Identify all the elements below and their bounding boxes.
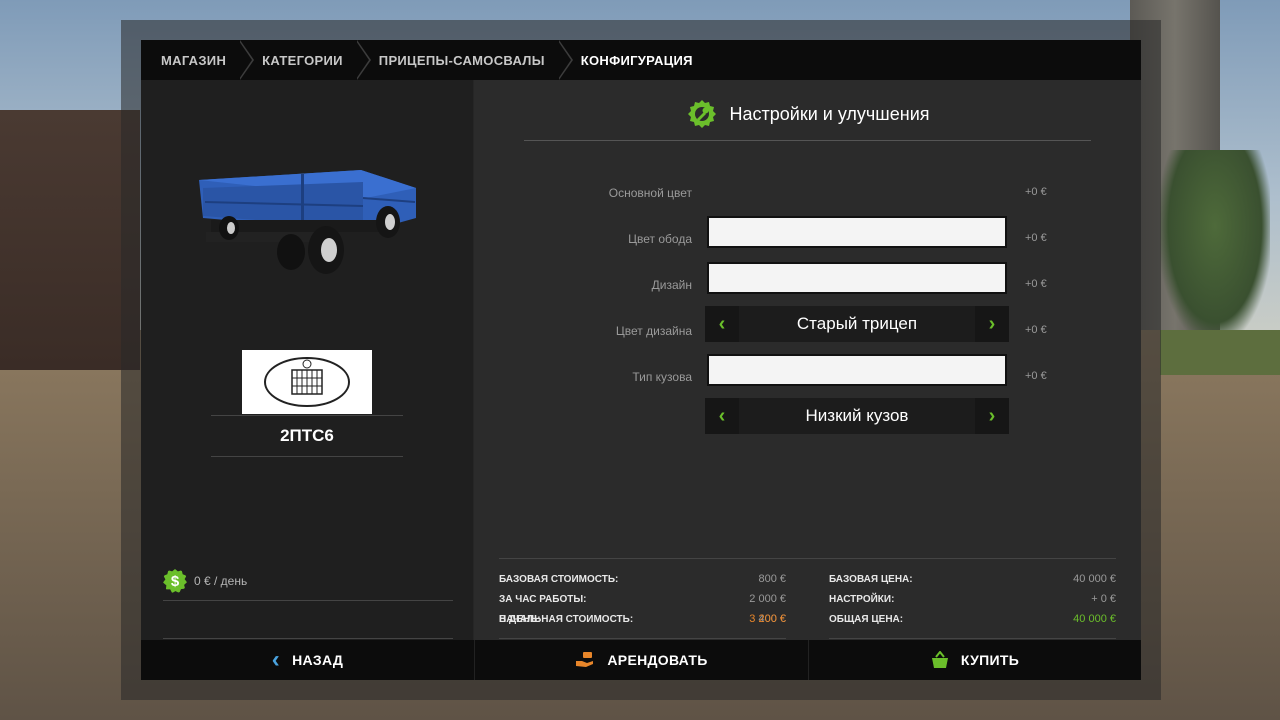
design-next-button[interactable]: › bbox=[975, 306, 1009, 342]
design-color-label: Цвет дизайна bbox=[615, 324, 692, 338]
breadcrumb: МАГАЗИН КАТЕГОРИИ ПРИЦЕПЫ-САМОСВАЛЫ КОНФ… bbox=[141, 40, 1141, 80]
daily-cost-value: 0 € / день bbox=[194, 574, 248, 588]
design-price: +0 € bbox=[1025, 278, 1047, 290]
base-color-price: +0 € bbox=[1025, 186, 1047, 198]
body-type-price: +0 € bbox=[1025, 370, 1047, 382]
settings-title: Настройки и улучшения bbox=[729, 103, 930, 124]
breadcrumb-separator bbox=[557, 40, 581, 80]
body-type-prev-button[interactable]: ‹ bbox=[705, 398, 739, 434]
background-grass bbox=[1160, 330, 1280, 375]
chevron-left-icon: ‹ bbox=[271, 646, 281, 673]
per-hour-value: 2 000 € bbox=[749, 593, 786, 605]
divider bbox=[499, 638, 786, 639]
basket-icon bbox=[931, 651, 948, 668]
buy-label: КУПИТЬ bbox=[960, 652, 1020, 668]
design-value: Старый трицеп bbox=[796, 314, 918, 333]
shop-config-window: МАГАЗИН КАТЕГОРИИ ПРИЦЕПЫ-САМОСВАЛЫ КОНФ… bbox=[141, 40, 1141, 680]
total-price-label: ОБЩАЯ ЦЕНА: bbox=[829, 614, 904, 625]
settings-header: Настройки и улучшения bbox=[474, 98, 1141, 130]
dollar-icon: $ bbox=[163, 569, 187, 593]
divider bbox=[499, 558, 1116, 559]
rim-color-price: +0 € bbox=[1025, 232, 1047, 244]
base-price-value: 40 000 € bbox=[1073, 573, 1116, 585]
body-type-selector: ‹ Низкий кузов › bbox=[705, 398, 1009, 434]
design-selector: ‹ Старый трицеп › bbox=[705, 306, 1009, 342]
brand-logo bbox=[242, 350, 372, 414]
per-hour-label: ЗА ЧАС РАБОТЫ: bbox=[499, 594, 587, 605]
lease-button[interactable]: АРЕНДОВАТЬ bbox=[474, 640, 808, 680]
trailer-image bbox=[199, 170, 416, 274]
total-price-value: 40 000 € bbox=[1073, 613, 1116, 625]
initial-cost-value: 3 200 € bbox=[749, 613, 786, 625]
lease-label: АРЕНДОВАТЬ bbox=[607, 652, 708, 668]
divider bbox=[211, 415, 403, 416]
breadcrumb-shop[interactable]: МАГАЗИН bbox=[161, 40, 226, 80]
daily-cost: $ 0 € / день bbox=[163, 569, 247, 593]
initial-cost-label: НАЧАЛЬНАЯ СТОИМОСТЬ: bbox=[499, 614, 634, 625]
design-color-field[interactable] bbox=[707, 354, 1007, 386]
back-label: НАЗАД bbox=[292, 652, 344, 668]
base-cost-label: БАЗОВАЯ СТОИМОСТЬ: bbox=[499, 574, 619, 585]
divider bbox=[829, 638, 1116, 639]
divider bbox=[163, 638, 453, 639]
body-type-value: Низкий кузов bbox=[805, 406, 909, 425]
lease-hand-icon bbox=[576, 652, 594, 667]
footer-actions: ‹ НАЗАД АРЕНДОВАТЬ КУПИТЬ bbox=[141, 640, 1141, 680]
base-color-label: Основной цвет bbox=[608, 186, 692, 200]
breadcrumb-separator bbox=[239, 40, 262, 80]
settings-panel: Настройки и улучшения Основной цвет +0 €… bbox=[474, 80, 1141, 640]
design-label: Дизайн bbox=[651, 278, 692, 292]
settings-cost-value: + 0 € bbox=[1091, 593, 1116, 605]
back-button[interactable]: ‹ НАЗАД bbox=[141, 640, 474, 680]
design-color-price: +0 € bbox=[1025, 324, 1047, 336]
rim-color-field[interactable] bbox=[707, 262, 1007, 294]
base-cost-value: 800 € bbox=[758, 573, 786, 585]
buy-button[interactable]: КУПИТЬ bbox=[808, 640, 1141, 680]
background-building bbox=[0, 110, 140, 370]
breadcrumb-tipper-trailers[interactable]: ПРИЦЕПЫ-САМОСВАЛЫ bbox=[379, 40, 545, 80]
divider bbox=[163, 600, 453, 601]
base-color-field[interactable] bbox=[707, 216, 1007, 248]
vehicle-info-panel: 2ПТС6 $ 0 € / день bbox=[141, 80, 473, 640]
breadcrumb-configuration: КОНФИГУРАЦИЯ bbox=[580, 52, 693, 68]
breadcrumb-categories[interactable]: КАТЕГОРИИ bbox=[262, 40, 343, 80]
background-tree bbox=[1160, 150, 1270, 340]
rim-color-label: Цвет обода bbox=[628, 232, 692, 246]
wrench-gear-icon bbox=[687, 100, 716, 128]
design-prev-button[interactable]: ‹ bbox=[705, 306, 739, 342]
divider bbox=[524, 140, 1091, 141]
body-type-next-button[interactable]: › bbox=[975, 398, 1009, 434]
vehicle-model-name: 2ПТС6 bbox=[280, 426, 334, 445]
settings-cost-label: НАСТРОЙКИ: bbox=[829, 594, 895, 605]
base-price-label: БАЗОВАЯ ЦЕНА: bbox=[829, 574, 913, 585]
divider bbox=[211, 456, 403, 457]
breadcrumb-separator bbox=[355, 40, 379, 80]
body-type-label: Тип кузова bbox=[632, 370, 692, 384]
